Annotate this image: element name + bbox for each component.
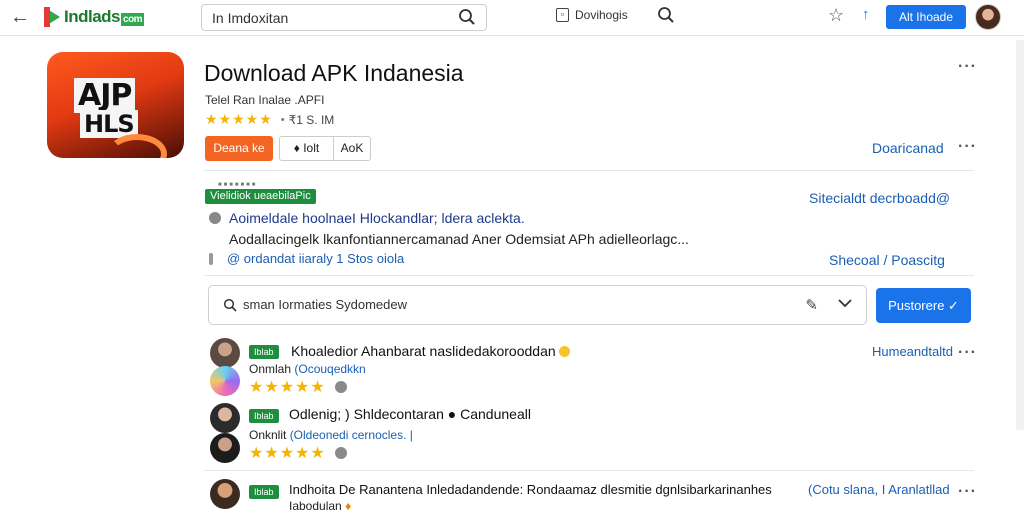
review-sub-link[interactable]: (Oldeonedi cernocles. |	[290, 428, 413, 442]
review-action-link[interactable]: Humeandtaltd	[872, 344, 953, 359]
search-icon[interactable]	[458, 8, 476, 31]
app-icon: AJP HLS	[47, 52, 184, 158]
info-line-3[interactable]: @ ordandat iiaraly 1 Stos oiola	[209, 251, 404, 266]
info-line-2: Aodallacingelk lkanfontiannercamanad Ane…	[229, 231, 689, 247]
review-sub: Iabodulan ♦	[289, 499, 352, 512]
site-logo[interactable]: Indlads com	[44, 6, 145, 28]
review-stars: ★★★★★	[249, 445, 326, 462]
review-tag: Iblab	[249, 345, 279, 359]
review-stars: ★★★★★	[249, 379, 326, 396]
chevron-down-icon[interactable]	[836, 294, 854, 317]
review-sub-link[interactable]: (Ocouqedkkn	[294, 362, 365, 376]
avatar[interactable]	[210, 338, 240, 368]
divider	[204, 170, 974, 171]
review-author: Indhoita De Ranantena Inledadandende: Ro…	[289, 482, 772, 497]
more-icon[interactable]: ···	[958, 138, 977, 156]
rating-separator-icon: •	[280, 113, 285, 126]
upload-icon[interactable]: ↑	[862, 6, 870, 23]
share-link[interactable]: Shecoal / Poascitg	[829, 252, 945, 268]
review-sub: Onknlit (Oldeonedi cernocles. |	[249, 428, 413, 442]
comment-input-placeholder: sman Iormaties Sydomedew	[243, 297, 408, 312]
avatar[interactable]	[975, 4, 1001, 30]
avatar[interactable]	[210, 433, 240, 463]
document-icon: ▫	[556, 8, 569, 22]
secondary-button-a[interactable]: ♦ Iolt	[280, 137, 334, 160]
tiny-label: ■■■■■■■	[218, 182, 258, 188]
info-icon[interactable]	[335, 381, 347, 393]
info-icon	[209, 212, 221, 224]
star-icon[interactable]: ☆	[828, 5, 844, 26]
doc-link-label: Dovihogis	[575, 8, 628, 22]
info-line-1: Aoimeldale hoolnaeI Hlockandlar; ldera a…	[209, 210, 525, 226]
secondary-button-group: ♦ Iolt AoK	[279, 136, 371, 161]
info-line-1-text: Aoimeldale hoolnaeI Hlockandlar; ldera a…	[229, 210, 525, 226]
divider	[204, 470, 974, 471]
download-link[interactable]: Doaricanad	[872, 140, 944, 156]
search-icon[interactable]	[657, 6, 675, 29]
details-link[interactable]: Sitecialdt decrboadd@	[809, 190, 950, 206]
back-arrow-icon[interactable]: ←	[10, 6, 30, 29]
post-button[interactable]: Pustorere ✓	[876, 288, 971, 323]
emoji-icon	[558, 346, 570, 357]
doc-link[interactable]: ▫ Dovihogis	[556, 8, 628, 22]
rating-extra: ₹1 S. IM	[288, 112, 335, 127]
rating-row: ★★★★★ • ₹1 S. IM	[205, 111, 334, 128]
avatar[interactable]	[210, 366, 240, 396]
more-icon[interactable]: ···	[958, 483, 977, 501]
review-tag: Iblab	[249, 485, 279, 499]
more-icon[interactable]: ···	[958, 344, 977, 362]
review-author: Khoaledior Ahanbarat naslidedakorooddan	[291, 343, 570, 359]
review-tag: Iblab	[249, 409, 279, 423]
primary-button[interactable]: Deana ke	[205, 136, 273, 161]
secondary-button-b[interactable]: AoK	[334, 137, 370, 160]
top-action-button[interactable]: Alt Ihoade	[886, 5, 966, 29]
more-icon[interactable]: ···	[958, 58, 977, 76]
search-icon	[223, 298, 237, 317]
info-icon[interactable]	[335, 447, 347, 459]
pin-icon: ♦	[345, 499, 352, 512]
review-author: Odlenig; ) Shldecontaran ● Canduneall	[289, 406, 531, 422]
review-sub: Onmlah (Ocouqedkkn	[249, 362, 366, 376]
pencil-icon[interactable]: ✎	[805, 296, 818, 314]
app-icon-text-top: AJP	[74, 78, 136, 113]
search-input-value: In Imdoxitan	[212, 10, 289, 26]
avatar[interactable]	[210, 479, 240, 509]
comment-input[interactable]: sman Iormaties Sydomedew ✎	[208, 285, 867, 325]
page-title: Download APK Indanesia	[204, 60, 464, 86]
app-subtitle: Telel Ran Inalae .APFI	[205, 93, 325, 107]
rating-stars: ★★★★★	[205, 111, 273, 127]
verified-tag: Vielidiok ueaebilaPic	[205, 189, 316, 204]
scrollbar[interactable]	[1016, 40, 1024, 430]
top-bar: ← Indlads com In Imdoxitan ▫ Dovihogis ☆ …	[0, 0, 1024, 36]
info-line-3-text: @ ordandat iiaraly 1 Stos oiola	[227, 251, 405, 266]
logo-mark-icon	[44, 7, 60, 27]
review-action-link[interactable]: (Cotu slana, I Aranlatllad	[808, 482, 950, 497]
divider	[204, 275, 974, 276]
search-input[interactable]: In Imdoxitan	[201, 4, 487, 31]
pin-icon	[209, 252, 213, 265]
logo-text: Indlads com	[64, 7, 145, 26]
avatar[interactable]	[210, 403, 240, 433]
